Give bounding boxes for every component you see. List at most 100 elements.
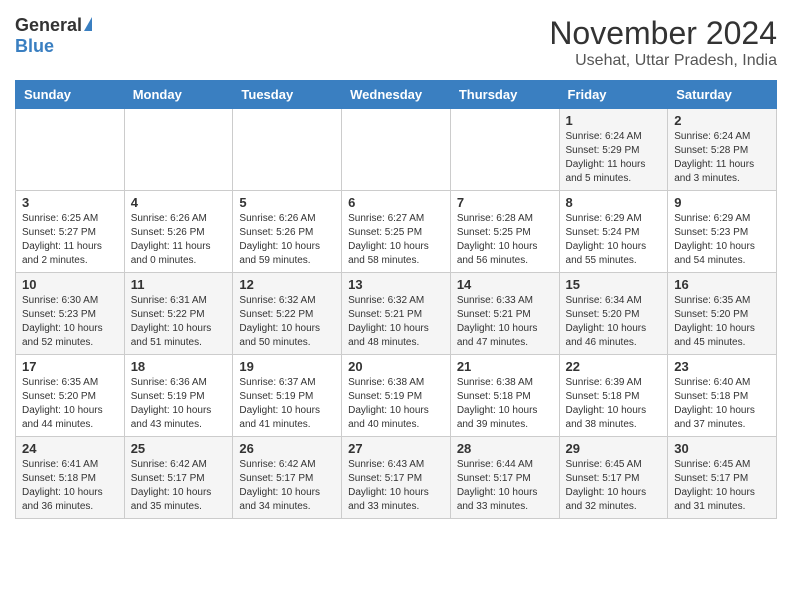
calendar-cell: 1Sunrise: 6:24 AM Sunset: 5:29 PM Daylig…	[559, 109, 668, 191]
calendar-cell: 12Sunrise: 6:32 AM Sunset: 5:22 PM Dayli…	[233, 273, 342, 355]
calendar-cell: 9Sunrise: 6:29 AM Sunset: 5:23 PM Daylig…	[668, 191, 777, 273]
day-number: 25	[131, 441, 227, 456]
day-header-tuesday: Tuesday	[233, 81, 342, 109]
calendar-table: SundayMondayTuesdayWednesdayThursdayFrid…	[15, 80, 777, 519]
cell-info: Sunrise: 6:38 AM Sunset: 5:19 PM Dayligh…	[348, 376, 444, 432]
calendar-cell	[233, 109, 342, 191]
day-number: 10	[22, 277, 118, 292]
week-row-1: 1Sunrise: 6:24 AM Sunset: 5:29 PM Daylig…	[16, 109, 777, 191]
day-header-thursday: Thursday	[450, 81, 559, 109]
cell-info: Sunrise: 6:32 AM Sunset: 5:21 PM Dayligh…	[348, 294, 444, 350]
day-number: 24	[22, 441, 118, 456]
day-number: 30	[674, 441, 770, 456]
calendar-cell: 16Sunrise: 6:35 AM Sunset: 5:20 PM Dayli…	[668, 273, 777, 355]
day-number: 26	[239, 441, 335, 456]
day-number: 17	[22, 359, 118, 374]
calendar-cell: 7Sunrise: 6:28 AM Sunset: 5:25 PM Daylig…	[450, 191, 559, 273]
day-number: 2	[674, 113, 770, 128]
day-number: 14	[457, 277, 553, 292]
calendar-cell: 13 Sunrise: 6:32 AM Sunset: 5:21 PM Dayli…	[342, 273, 451, 355]
day-header-sunday: Sunday	[16, 81, 125, 109]
cell-info: Sunrise: 6:42 AM Sunset: 5:17 PM Dayligh…	[239, 458, 335, 514]
month-year-title: November 2024	[549, 15, 777, 52]
day-number: 7	[457, 195, 553, 210]
cell-info: Sunrise: 6:42 AM Sunset: 5:17 PM Dayligh…	[131, 458, 227, 514]
week-row-2: 3 Sunrise: 6:25 AM Sunset: 5:27 PM Daylig…	[16, 191, 777, 273]
calendar-body: 1Sunrise: 6:24 AM Sunset: 5:29 PM Daylig…	[16, 109, 777, 519]
calendar-header: SundayMondayTuesdayWednesdayThursdayFrid…	[16, 81, 777, 109]
header: General Blue November 2024 Usehat, Uttar…	[15, 15, 777, 70]
calendar-cell: 4Sunrise: 6:26 AM Sunset: 5:26 PM Daylig…	[124, 191, 233, 273]
calendar-cell: 17 Sunrise: 6:35 AM Sunset: 5:20 PM Dayli…	[16, 355, 125, 437]
cell-info: Sunrise: 6:45 AM Sunset: 5:17 PM Dayligh…	[566, 458, 662, 514]
calendar-cell: 15 Sunrise: 6:34 AM Sunset: 5:20 PM Dayli…	[559, 273, 668, 355]
day-header-wednesday: Wednesday	[342, 81, 451, 109]
cell-info: Sunrise: 6:35 AM Sunset: 5:20 PM Dayligh…	[674, 294, 770, 350]
calendar-cell: 6Sunrise: 6:27 AM Sunset: 5:25 PM Daylig…	[342, 191, 451, 273]
day-number: 6	[348, 195, 444, 210]
day-header-saturday: Saturday	[668, 81, 777, 109]
cell-info: Sunrise: 6:29 AM Sunset: 5:23 PM Dayligh…	[674, 212, 770, 268]
cell-info: Sunrise: 6:43 AM Sunset: 5:17 PM Dayligh…	[348, 458, 444, 514]
calendar-cell: 24Sunrise: 6:41 AM Sunset: 5:18 PM Dayli…	[16, 437, 125, 519]
location-subtitle: Usehat, Uttar Pradesh, India	[549, 52, 777, 70]
calendar-cell	[124, 109, 233, 191]
cell-info: Sunrise: 6:26 AM Sunset: 5:26 PM Dayligh…	[239, 212, 335, 268]
day-number: 12	[239, 277, 335, 292]
calendar-cell: 20 Sunrise: 6:38 AM Sunset: 5:19 PM Dayli…	[342, 355, 451, 437]
cell-info: Sunrise: 6:35 AM Sunset: 5:20 PM Dayligh…	[22, 376, 118, 432]
day-number: 19	[239, 359, 335, 374]
logo-blue-text: Blue	[15, 36, 54, 57]
calendar-cell: 8Sunrise: 6:29 AM Sunset: 5:24 PM Daylig…	[559, 191, 668, 273]
calendar-cell: 19 Sunrise: 6:37 AM Sunset: 5:19 PM Dayli…	[233, 355, 342, 437]
calendar-cell: 25 Sunrise: 6:42 AM Sunset: 5:17 PM Dayli…	[124, 437, 233, 519]
day-number: 28	[457, 441, 553, 456]
day-number: 11	[131, 277, 227, 292]
calendar-cell	[342, 109, 451, 191]
cell-info: Sunrise: 6:25 AM Sunset: 5:27 PM Dayligh…	[22, 212, 118, 268]
day-number: 23	[674, 359, 770, 374]
calendar-cell: 10Sunrise: 6:30 AM Sunset: 5:23 PM Dayli…	[16, 273, 125, 355]
day-number: 1	[566, 113, 662, 128]
day-number: 8	[566, 195, 662, 210]
calendar-cell	[16, 109, 125, 191]
cell-info: Sunrise: 6:31 AM Sunset: 5:22 PM Dayligh…	[131, 294, 227, 350]
cell-info: Sunrise: 6:37 AM Sunset: 5:19 PM Dayligh…	[239, 376, 335, 432]
cell-info: Sunrise: 6:24 AM Sunset: 5:28 PM Dayligh…	[674, 130, 770, 186]
calendar-cell	[450, 109, 559, 191]
week-row-4: 17 Sunrise: 6:35 AM Sunset: 5:20 PM Dayli…	[16, 355, 777, 437]
day-header-monday: Monday	[124, 81, 233, 109]
day-number: 5	[239, 195, 335, 210]
cell-info: Sunrise: 6:34 AM Sunset: 5:20 PM Dayligh…	[566, 294, 662, 350]
day-number: 4	[131, 195, 227, 210]
calendar-cell: 3 Sunrise: 6:25 AM Sunset: 5:27 PM Daylig…	[16, 191, 125, 273]
calendar-cell: 5 Sunrise: 6:26 AM Sunset: 5:26 PM Daylig…	[233, 191, 342, 273]
calendar-cell: 2 Sunrise: 6:24 AM Sunset: 5:28 PM Daylig…	[668, 109, 777, 191]
day-number: 20	[348, 359, 444, 374]
logo: General Blue	[15, 15, 92, 57]
day-number: 3	[22, 195, 118, 210]
calendar-cell: 27 Sunrise: 6:43 AM Sunset: 5:17 PM Dayli…	[342, 437, 451, 519]
calendar-cell: 11 Sunrise: 6:31 AM Sunset: 5:22 PM Dayli…	[124, 273, 233, 355]
calendar-cell: 28Sunrise: 6:44 AM Sunset: 5:17 PM Dayli…	[450, 437, 559, 519]
days-of-week-row: SundayMondayTuesdayWednesdayThursdayFrid…	[16, 81, 777, 109]
calendar-cell: 21 Sunrise: 6:38 AM Sunset: 5:18 PM Dayli…	[450, 355, 559, 437]
day-number: 15	[566, 277, 662, 292]
calendar-cell: 30Sunrise: 6:45 AM Sunset: 5:17 PM Dayli…	[668, 437, 777, 519]
cell-info: Sunrise: 6:40 AM Sunset: 5:18 PM Dayligh…	[674, 376, 770, 432]
cell-info: Sunrise: 6:33 AM Sunset: 5:21 PM Dayligh…	[457, 294, 553, 350]
day-number: 13	[348, 277, 444, 292]
day-header-friday: Friday	[559, 81, 668, 109]
calendar-cell: 23 Sunrise: 6:40 AM Sunset: 5:18 PM Dayli…	[668, 355, 777, 437]
day-number: 27	[348, 441, 444, 456]
cell-info: Sunrise: 6:36 AM Sunset: 5:19 PM Dayligh…	[131, 376, 227, 432]
day-number: 21	[457, 359, 553, 374]
title-area: November 2024 Usehat, Uttar Pradesh, Ind…	[549, 15, 777, 70]
calendar-cell: 18Sunrise: 6:36 AM Sunset: 5:19 PM Dayli…	[124, 355, 233, 437]
calendar-cell: 29Sunrise: 6:45 AM Sunset: 5:17 PM Dayli…	[559, 437, 668, 519]
day-number: 22	[566, 359, 662, 374]
week-row-5: 24Sunrise: 6:41 AM Sunset: 5:18 PM Dayli…	[16, 437, 777, 519]
calendar-cell: 14 Sunrise: 6:33 AM Sunset: 5:21 PM Dayli…	[450, 273, 559, 355]
calendar-cell: 22Sunrise: 6:39 AM Sunset: 5:18 PM Dayli…	[559, 355, 668, 437]
cell-info: Sunrise: 6:38 AM Sunset: 5:18 PM Dayligh…	[457, 376, 553, 432]
